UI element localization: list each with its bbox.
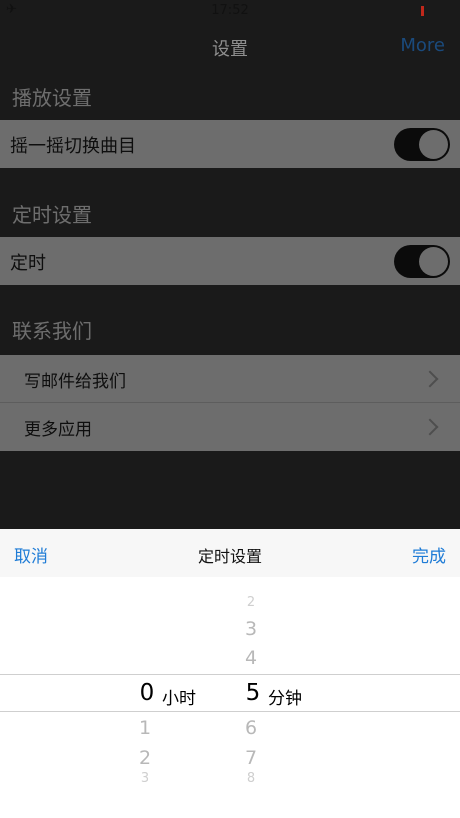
section-title: 定时设置	[12, 203, 92, 227]
shake-toggle[interactable]	[394, 128, 450, 161]
minute-option[interactable]: 8	[236, 771, 266, 786]
timer-picker[interactable]: 2 3 4 0 小时 5 分钟 1 2 3 6 7 8	[0, 577, 460, 818]
battery-icon	[421, 6, 424, 16]
minute-option[interactable]: 3	[236, 618, 266, 640]
chevron-right-icon	[421, 370, 439, 388]
hour-option[interactable]: 1	[130, 717, 160, 739]
minute-option[interactable]: 6	[236, 717, 266, 739]
hour-selected[interactable]: 0	[132, 680, 162, 706]
page-title: 设置	[212, 39, 248, 60]
done-button[interactable]: 完成	[412, 542, 446, 567]
more-apps-label: 更多应用	[24, 420, 92, 440]
section-header-contact: 联系我们	[0, 305, 460, 353]
selection-band-bottom	[0, 711, 460, 712]
shake-switch-row: 摇一摇切换曲目	[0, 120, 460, 168]
status-bar: ✈ 17:52	[0, 0, 460, 22]
section-header-timer: 定时设置	[0, 189, 460, 237]
chevron-right-icon	[421, 418, 439, 436]
more-button[interactable]: More	[400, 35, 445, 56]
hour-option[interactable]: 2	[130, 747, 160, 769]
section-header-playback: 播放设置	[0, 72, 460, 120]
timer-label: 定时	[10, 253, 46, 274]
more-apps-row[interactable]: 更多应用	[0, 403, 460, 451]
toggle-knob	[419, 247, 448, 276]
email-us-row[interactable]: 写邮件给我们	[0, 355, 460, 403]
toggle-knob	[419, 130, 448, 159]
nav-bar: 设置 More	[0, 22, 460, 72]
timer-toggle[interactable]	[394, 245, 450, 278]
picker-title: 定时设置	[197, 547, 262, 566]
minute-option[interactable]: 2	[236, 595, 266, 610]
timer-switch-row: 定时	[0, 237, 460, 285]
section-title: 播放设置	[12, 86, 92, 110]
minute-option[interactable]: 7	[236, 747, 266, 769]
minute-unit: 分钟	[268, 689, 302, 709]
hour-unit: 小时	[162, 689, 196, 709]
shake-label: 摇一摇切换曲目	[10, 136, 136, 157]
minute-option[interactable]: 4	[236, 647, 266, 669]
email-us-label: 写邮件给我们	[24, 372, 126, 392]
selection-band-top	[0, 674, 460, 675]
picker-toolbar: 取消 定时设置 完成	[0, 529, 460, 577]
hour-option[interactable]: 3	[130, 771, 160, 786]
section-title: 联系我们	[12, 319, 92, 343]
status-time: 17:52	[211, 3, 249, 18]
minute-selected[interactable]: 5	[238, 680, 268, 706]
